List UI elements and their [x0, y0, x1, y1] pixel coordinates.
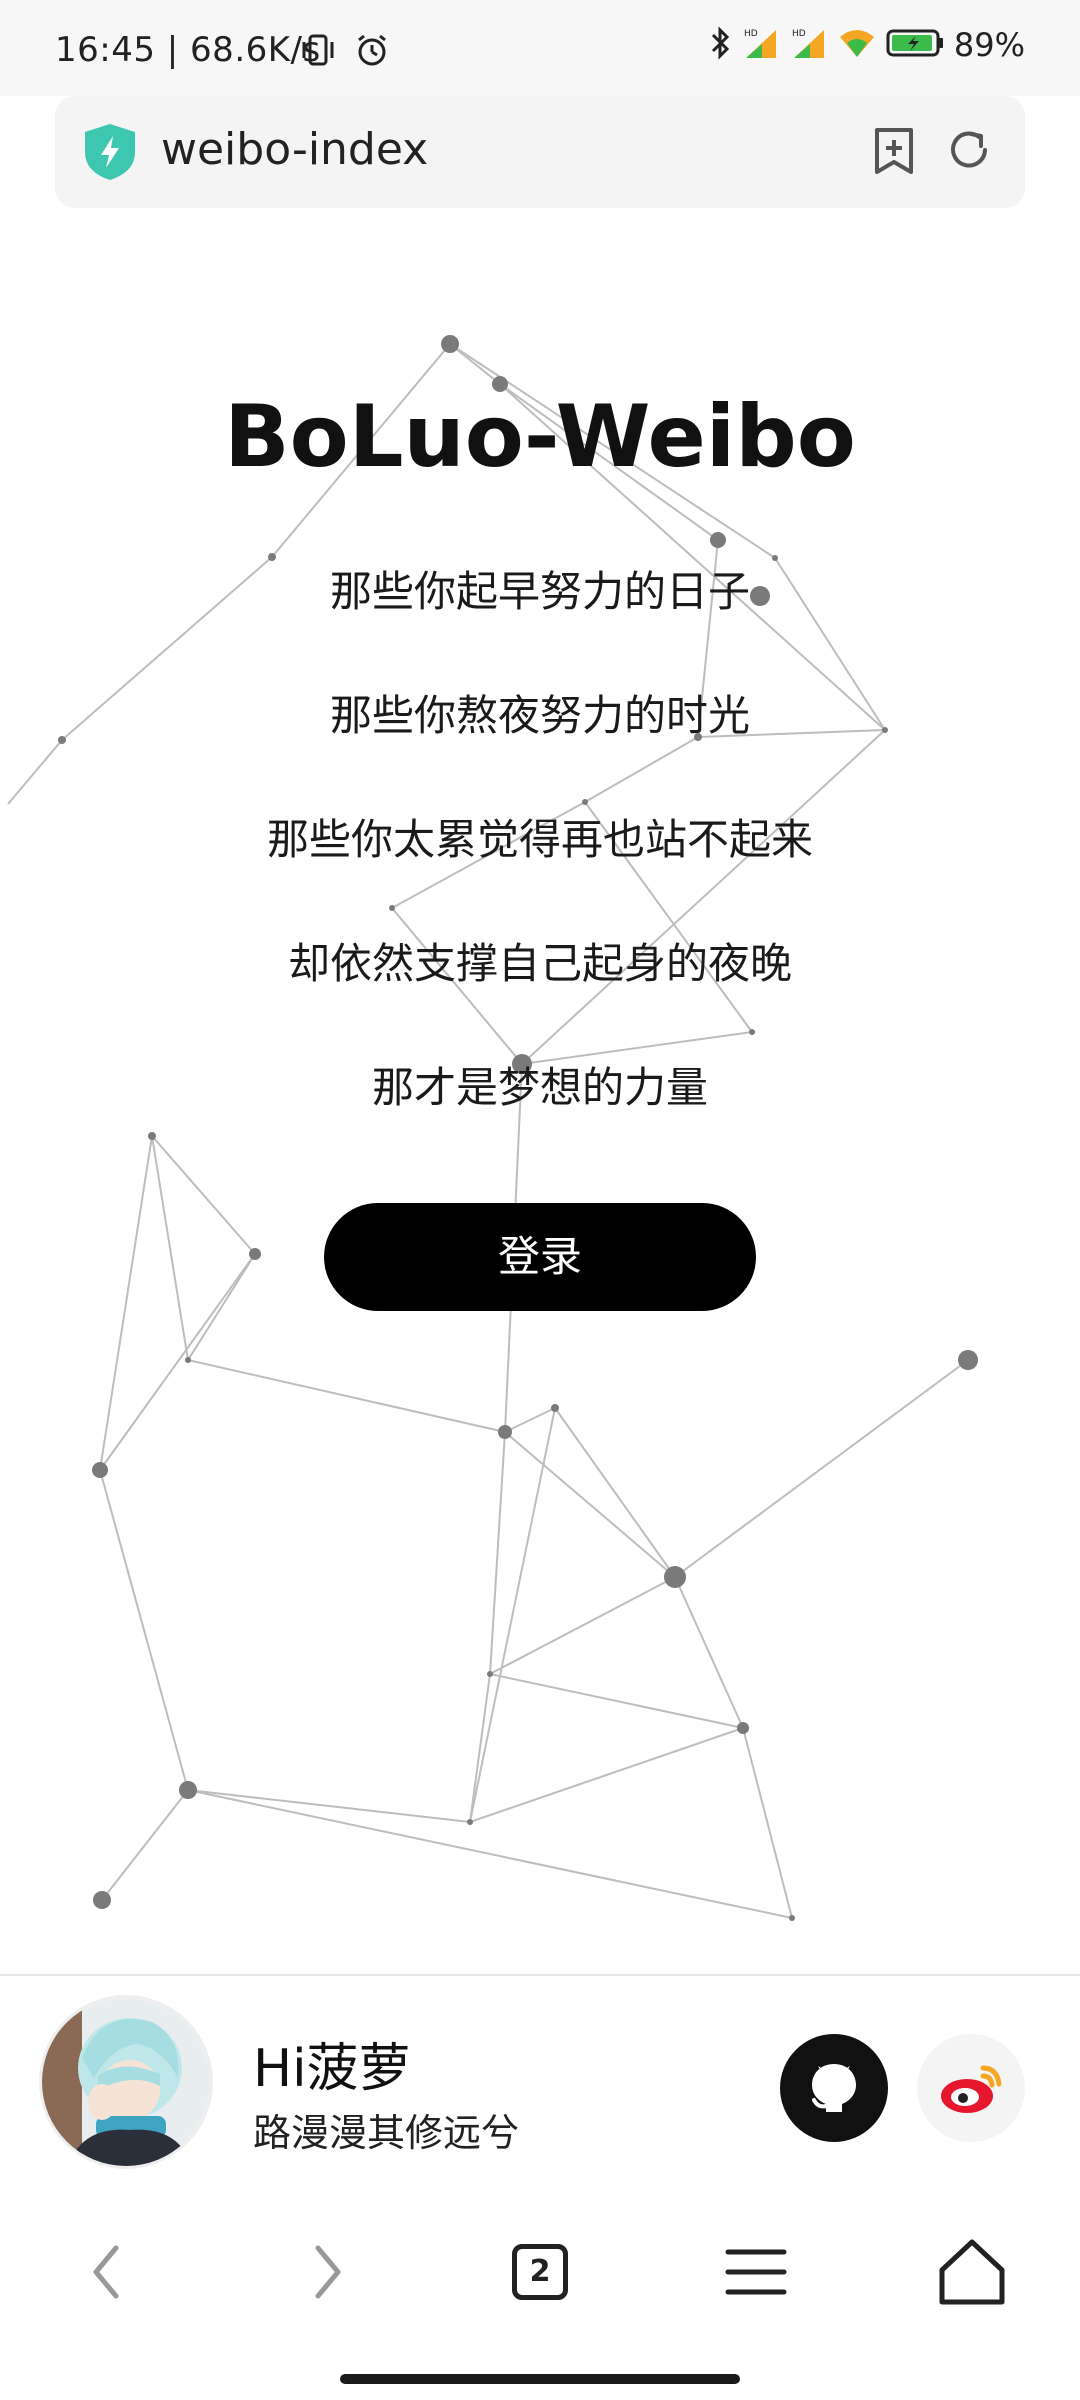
address-bar[interactable]: weibo-index: [55, 96, 1025, 208]
slogan-line: 那才是梦想的力量: [371, 1063, 708, 1112]
github-icon: [804, 2058, 864, 2122]
status-time-speed: 16:45 | 68.6K/s: [55, 30, 321, 70]
weibo-icon: [937, 2058, 1007, 2122]
tab-count: 2: [512, 2244, 568, 2300]
weibo-button[interactable]: [917, 2034, 1025, 2142]
alarm-icon: [355, 34, 389, 72]
home-icon: [932, 2239, 1012, 2316]
slogan-line: 那些你起早努力的日子: [329, 567, 750, 616]
address-bar-container: weibo-index: [0, 96, 1080, 232]
signal-hd-icon: HD: [790, 26, 828, 64]
profile-motto: 路漫漫其修远兮: [253, 2111, 520, 2155]
login-button[interactable]: 登录: [324, 1203, 756, 1311]
gesture-bar[interactable]: [340, 2374, 740, 2384]
status-bar: 16:45 | 68.6K/s HD HD 89%: [0, 0, 1080, 96]
slogan-line: 那些你熬夜努力的时光: [329, 691, 750, 740]
shield-icon[interactable]: [81, 122, 139, 182]
browser-bottom-nav: 2: [0, 2184, 1080, 2400]
svg-text:HD: HD: [744, 29, 758, 39]
profile-bar: Hi菠萝 路漫漫其修远兮: [0, 1974, 1080, 2186]
page-title: BoLuo-Weibo: [224, 387, 856, 487]
menu-button[interactable]: [716, 2232, 796, 2312]
reload-icon[interactable]: [945, 126, 993, 174]
signal-hd-icon: HD: [742, 26, 780, 64]
battery-percent: 89%: [953, 26, 1025, 64]
chevron-right-icon: [286, 2245, 366, 2316]
bluetooth-icon: [710, 26, 732, 64]
chevron-left-icon: [68, 2245, 148, 2316]
forward-button[interactable]: [286, 2232, 366, 2312]
url-text[interactable]: weibo-index: [161, 124, 428, 175]
avatar[interactable]: [42, 1998, 210, 2166]
status-icons: HD HD 89%: [710, 26, 1025, 64]
tabs-button[interactable]: 2: [500, 2232, 580, 2312]
slogan-line: 却依然支撑自己起身的夜晚: [287, 939, 792, 988]
wifi-icon: [838, 27, 876, 63]
hamburger-menu-icon: [716, 2249, 796, 2316]
add-bookmark-icon[interactable]: [871, 126, 917, 176]
main-content: BoLuo-Weibo 那些你起早努力的日子 那些你熬夜努力的时光 那些你太累觉…: [0, 232, 1080, 1974]
profile-name: Hi菠萝: [253, 2039, 411, 2099]
back-button[interactable]: [68, 2232, 148, 2312]
battery-icon: [886, 28, 944, 62]
home-button[interactable]: [932, 2232, 1012, 2312]
github-button[interactable]: [780, 2034, 888, 2142]
slogan-line: 那些你太累觉得再也站不起来: [266, 815, 813, 864]
svg-text:HD: HD: [792, 29, 806, 39]
vibrate-icon: [300, 34, 336, 70]
